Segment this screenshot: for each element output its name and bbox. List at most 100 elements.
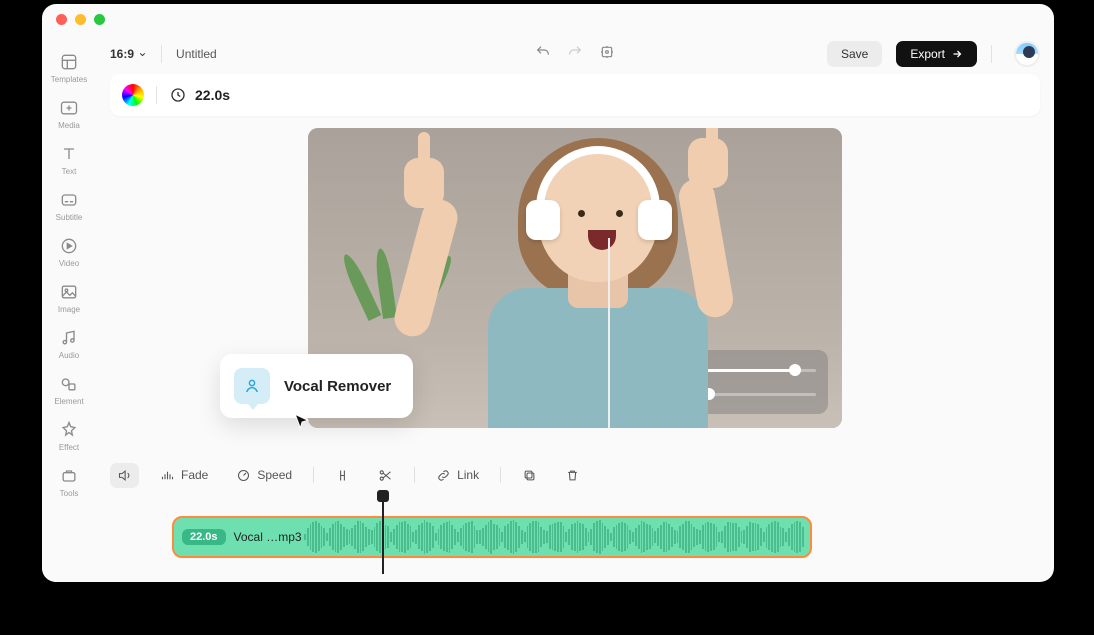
speed-button[interactable]: Speed [229, 463, 299, 488]
window-close-dot[interactable] [56, 14, 67, 25]
undo-icon [535, 44, 551, 60]
speaker-icon [117, 468, 132, 483]
speed-label: Speed [257, 468, 292, 482]
audio-icon [59, 328, 79, 348]
timeline[interactable]: 22.0s Vocal …mp3 [96, 492, 1054, 582]
clip-filename: Vocal …mp3 [234, 530, 302, 544]
sidebar-item-label: Tools [60, 489, 79, 498]
separator [500, 467, 501, 483]
split-button[interactable] [328, 463, 357, 488]
clip-toolbar: Fade Speed Link [96, 458, 1054, 492]
sidebar-item-media[interactable]: Media [58, 98, 80, 130]
sidebar-item-tools[interactable]: Tools [59, 466, 79, 498]
audio-clip[interactable]: 22.0s Vocal …mp3 [172, 516, 812, 558]
templates-icon [59, 52, 79, 72]
redo-icon [567, 44, 583, 60]
sidebar-item-image[interactable]: Image [58, 282, 80, 314]
app-window: Templates Media Text Subtitle Video Imag… [42, 4, 1054, 582]
volume-button[interactable] [110, 463, 139, 488]
playhead[interactable] [382, 492, 384, 574]
tooltip-label: Vocal Remover [284, 378, 391, 395]
fade-label: Fade [181, 468, 208, 482]
vocal-remover-tooltip[interactable]: Vocal Remover [220, 354, 413, 418]
duration-control[interactable]: 22.0s [169, 86, 230, 104]
infobar: 22.0s [110, 74, 1040, 116]
sidebar-item-label: Element [54, 397, 83, 406]
redo-button[interactable] [567, 44, 583, 65]
trash-icon [565, 468, 580, 483]
effect-icon [59, 420, 79, 440]
waveform [304, 522, 804, 552]
sidebar-item-label: Templates [51, 75, 87, 84]
clip-duration-badge: 22.0s [182, 529, 226, 545]
cursor-pointer [292, 412, 312, 437]
export-button[interactable]: Export [896, 41, 977, 67]
sidebar-item-templates[interactable]: Templates [51, 52, 87, 84]
body-area: Templates Media Text Subtitle Video Imag… [42, 34, 1054, 582]
video-icon [59, 236, 79, 256]
fade-button[interactable]: Fade [153, 463, 215, 488]
save-label: Save [841, 47, 868, 61]
cut-button[interactable] [371, 463, 400, 488]
speed-icon [236, 468, 251, 483]
subtitle-icon [59, 190, 79, 210]
tools-icon [59, 466, 79, 486]
separator [991, 45, 992, 63]
sidebar-item-label: Media [58, 121, 80, 130]
crop-button[interactable] [599, 44, 615, 65]
separator [313, 467, 314, 483]
delete-button[interactable] [558, 463, 587, 488]
window-minimize-dot[interactable] [75, 14, 86, 25]
duration-value: 22.0s [195, 87, 230, 103]
scissors-icon [378, 468, 393, 483]
titlebar [42, 4, 1054, 34]
sidebar-item-element[interactable]: Element [54, 374, 83, 406]
media-icon [59, 98, 79, 118]
image-icon [59, 282, 79, 302]
element-icon [59, 374, 79, 394]
person-icon [243, 377, 261, 395]
mic-volume-slider[interactable] [702, 369, 816, 372]
window-zoom-dot[interactable] [94, 14, 105, 25]
link-button[interactable]: Link [429, 463, 486, 488]
aspect-ratio-selector[interactable]: 16:9 [110, 47, 147, 61]
split-icon [335, 468, 350, 483]
link-icon [436, 468, 451, 483]
music-volume-slider[interactable] [702, 393, 816, 396]
sidebar-item-text[interactable]: Text [59, 144, 79, 176]
fade-icon [160, 468, 175, 483]
link-label: Link [457, 468, 479, 482]
vocal-remover-icon [234, 368, 270, 404]
copy-icon [522, 468, 537, 483]
crop-icon [599, 44, 615, 60]
separator [161, 45, 162, 63]
save-button[interactable]: Save [827, 41, 882, 67]
sidebar-item-label: Image [58, 305, 80, 314]
separator [156, 86, 157, 104]
user-avatar[interactable] [1014, 41, 1040, 67]
chevron-down-icon [138, 50, 147, 59]
sidebar-item-label: Subtitle [56, 213, 83, 222]
export-label: Export [910, 47, 945, 61]
main: 16:9 Untitled Save Export [96, 34, 1054, 582]
sidebar-item-label: Audio [59, 351, 79, 360]
aspect-ratio-label: 16:9 [110, 47, 134, 61]
color-picker[interactable] [122, 84, 144, 106]
sidebar-item-label: Effect [59, 443, 79, 452]
undo-button[interactable] [535, 44, 551, 65]
sidebar-item-label: Video [59, 259, 79, 268]
canvas-area: Vocal Remover [96, 124, 1054, 450]
topbar: 16:9 Untitled Save Export [96, 34, 1054, 74]
sidebar: Templates Media Text Subtitle Video Imag… [42, 34, 96, 582]
sidebar-item-video[interactable]: Video [59, 236, 79, 268]
sidebar-item-subtitle[interactable]: Subtitle [56, 190, 83, 222]
document-title[interactable]: Untitled [176, 47, 217, 61]
text-icon [59, 144, 79, 164]
arrow-right-icon [951, 48, 963, 60]
sidebar-item-audio[interactable]: Audio [59, 328, 79, 360]
separator [414, 467, 415, 483]
sidebar-item-effect[interactable]: Effect [59, 420, 79, 452]
topbar-center [535, 44, 615, 65]
copy-button[interactable] [515, 463, 544, 488]
cursor-icon [292, 412, 312, 432]
